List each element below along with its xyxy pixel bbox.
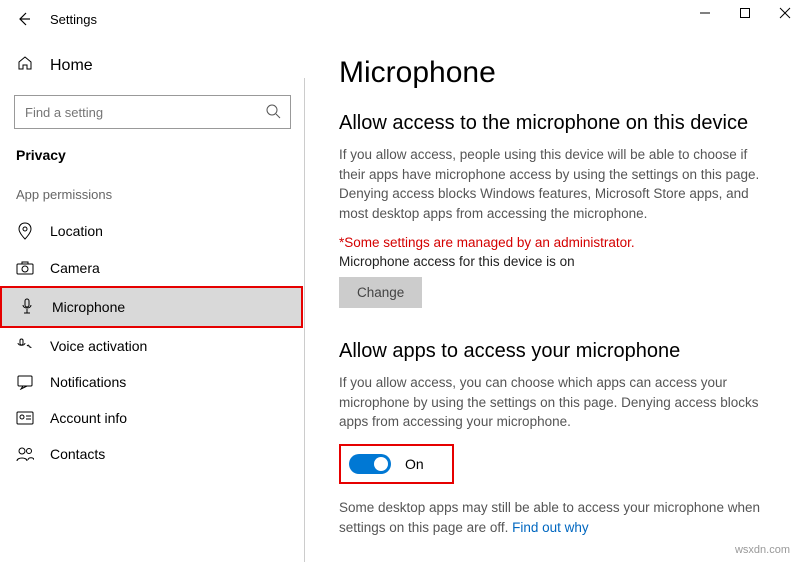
section2-body: If you allow access, you can choose whic…	[339, 373, 772, 432]
location-icon	[16, 222, 34, 240]
sidebar-item-label: Microphone	[52, 299, 125, 315]
back-button[interactable]	[8, 3, 40, 35]
sidebar-home[interactable]: Home	[0, 46, 305, 85]
apps-access-toggle-row: On	[339, 444, 454, 484]
change-button[interactable]: Change	[339, 277, 422, 308]
app-title: Settings	[50, 12, 97, 27]
minimize-button[interactable]	[696, 4, 714, 22]
notifications-icon	[16, 374, 34, 390]
section1-title: Allow access to the microphone on this d…	[339, 112, 772, 135]
sidebar-item-microphone[interactable]: Microphone	[0, 286, 303, 328]
admin-warning: *Some settings are managed by an adminis…	[339, 235, 772, 250]
section2-title: Allow apps to access your microphone	[339, 340, 772, 363]
camera-icon	[16, 261, 34, 275]
watermark: wsxdn.com	[735, 544, 790, 556]
microphone-icon	[18, 298, 36, 316]
sidebar-category: Privacy	[0, 147, 305, 187]
sidebar-item-contacts[interactable]: Contacts	[0, 436, 305, 472]
sidebar: Home Privacy App permissions Location Ca…	[0, 38, 305, 562]
search-input[interactable]	[14, 95, 291, 129]
sidebar-item-label: Contacts	[50, 446, 105, 462]
sidebar-item-label: Location	[50, 223, 103, 239]
device-access-status: Microphone access for this device is on	[339, 254, 772, 269]
sidebar-home-label: Home	[50, 57, 93, 75]
sidebar-item-account-info[interactable]: Account info	[0, 400, 305, 436]
account-info-icon	[16, 411, 34, 425]
sidebar-item-label: Camera	[50, 260, 100, 276]
main-content: Microphone Allow access to the microphon…	[305, 38, 800, 562]
toggle-label: On	[405, 456, 424, 472]
page-title: Microphone	[339, 56, 772, 90]
home-icon	[16, 54, 34, 77]
sidebar-item-label: Account info	[50, 410, 127, 426]
footnote: Some desktop apps may still be able to a…	[339, 498, 772, 537]
find-out-why-link[interactable]: Find out why	[512, 520, 589, 535]
section1-body: If you allow access, people using this d…	[339, 145, 772, 223]
contacts-icon	[16, 446, 34, 462]
sidebar-item-label: Notifications	[50, 374, 126, 390]
voice-activation-icon	[16, 338, 34, 354]
maximize-button[interactable]	[736, 4, 754, 22]
sidebar-item-voice-activation[interactable]: Voice activation	[0, 328, 305, 364]
sidebar-separator	[304, 78, 305, 562]
sidebar-item-camera[interactable]: Camera	[0, 250, 305, 286]
sidebar-item-notifications[interactable]: Notifications	[0, 364, 305, 400]
close-button[interactable]	[776, 4, 794, 22]
sidebar-item-label: Voice activation	[50, 338, 147, 354]
sidebar-section-header: App permissions	[0, 187, 305, 212]
apps-access-toggle[interactable]	[349, 454, 391, 474]
sidebar-item-location[interactable]: Location	[0, 212, 305, 250]
